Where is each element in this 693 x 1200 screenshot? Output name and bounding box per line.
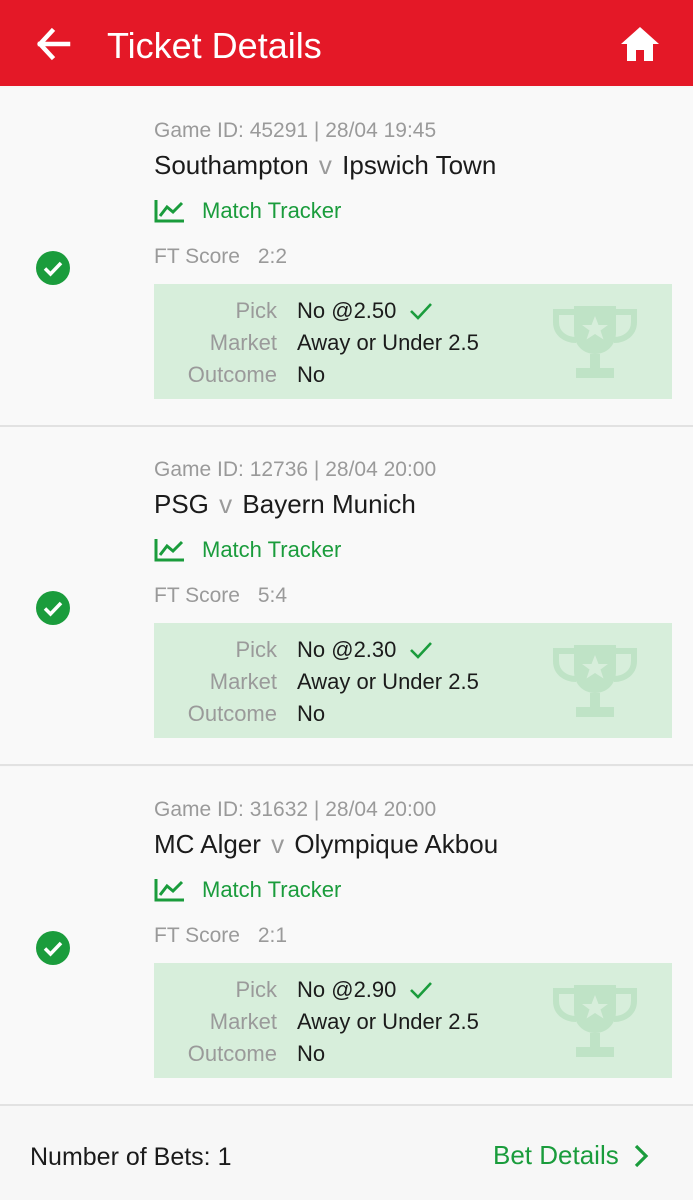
match-tracker-label: Match Tracker xyxy=(202,198,342,223)
check-circle-icon xyxy=(36,251,70,285)
number-of-bets: Number of Bets: 1 xyxy=(30,1143,232,1171)
outcome-value: No xyxy=(297,1041,326,1066)
market-label: Market xyxy=(209,669,277,694)
ft-score-value: 2:1 xyxy=(257,924,288,947)
pick-value-wrap: No @2.50 xyxy=(297,298,434,324)
market-value: Away or Under 2.5 xyxy=(297,330,479,355)
pick-summary: Pick No @2.50 Market Away or Under 2.5 O… xyxy=(154,284,672,399)
game-id-date: Game ID: 45291 | 28/04 19:45 xyxy=(154,119,437,142)
pick-label: Pick xyxy=(235,298,277,323)
outcome-row: Outcome No xyxy=(154,1041,325,1067)
market-value: Away or Under 2.5 xyxy=(297,1009,479,1034)
pick-value-wrap: No @2.30 xyxy=(297,637,434,663)
check-circle-icon xyxy=(36,931,70,965)
outcome-row: Outcome No xyxy=(154,362,325,388)
match-teams: MC Alger v Olympique Akbou xyxy=(154,829,498,860)
pick-label: Pick xyxy=(235,637,277,662)
ft-score-label: FT Score xyxy=(154,245,240,268)
pick-row: Pick No @2.90 xyxy=(154,977,434,1003)
ft-score-value: 5:4 xyxy=(257,584,288,607)
match-teams: Southampton v Ipswich Town xyxy=(154,150,496,181)
pick-value: No @2.30 xyxy=(297,637,397,662)
ft-score-label: FT Score xyxy=(154,584,240,607)
trophy-icon xyxy=(553,306,637,378)
market-value: Away or Under 2.5 xyxy=(297,669,479,694)
away-team: Ipswich Town xyxy=(342,150,497,180)
bet-card: Game ID: 45291 | 28/04 19:45 Southampton… xyxy=(0,88,693,427)
pick-row: Pick No @2.50 xyxy=(154,298,434,324)
match-tracker-link[interactable]: Match Tracker xyxy=(154,537,341,563)
pick-label: Pick xyxy=(235,977,277,1002)
ft-score: FT Score 2:1 xyxy=(154,924,287,948)
bet-details-link[interactable]: Bet Details xyxy=(493,1140,649,1171)
versus-label: v xyxy=(318,150,332,180)
page-title: Ticket Details xyxy=(107,25,322,66)
ft-score-value: 2:2 xyxy=(257,245,288,268)
outcome-row: Outcome No xyxy=(154,701,325,727)
match-teams: PSG v Bayern Munich xyxy=(154,489,416,520)
market-row: Market Away or Under 2.5 xyxy=(154,1009,479,1035)
match-tracker-label: Match Tracker xyxy=(202,537,342,562)
market-label: Market xyxy=(209,330,277,355)
line-chart-icon xyxy=(154,200,184,223)
checkmark-icon xyxy=(410,982,433,999)
checkmark-icon xyxy=(410,303,433,320)
market-row: Market Away or Under 2.5 xyxy=(154,330,479,356)
home-team: MC Alger xyxy=(154,829,261,859)
ticket-footer: Number of Bets: 1 Bet Details xyxy=(0,1108,693,1200)
pick-value-wrap: No @2.90 xyxy=(297,977,434,1003)
pick-summary: Pick No @2.30 Market Away or Under 2.5 O… xyxy=(154,623,672,738)
outcome-value: No xyxy=(297,701,326,726)
pick-value: No @2.50 xyxy=(297,298,397,323)
trophy-icon xyxy=(553,645,637,717)
market-label: Market xyxy=(209,1009,277,1034)
away-team: Bayern Munich xyxy=(242,489,416,519)
outcome-value: No xyxy=(297,362,326,387)
home-icon[interactable] xyxy=(618,22,662,66)
pick-summary: Pick No @2.90 Market Away or Under 2.5 O… xyxy=(154,963,672,1078)
game-id-date: Game ID: 31632 | 28/04 20:00 xyxy=(154,798,437,821)
bet-card: Game ID: 12736 | 28/04 20:00 PSG v Bayer… xyxy=(0,427,693,766)
ft-score-label: FT Score xyxy=(154,924,240,947)
match-tracker-label: Match Tracker xyxy=(202,877,342,902)
app-header: Ticket Details xyxy=(0,0,693,86)
pick-row: Pick No @2.30 xyxy=(154,637,434,663)
match-tracker-link[interactable]: Match Tracker xyxy=(154,877,341,903)
pick-value: No @2.90 xyxy=(297,977,397,1002)
ft-score: FT Score 2:2 xyxy=(154,245,287,269)
versus-label: v xyxy=(271,829,285,859)
checkmark-icon xyxy=(410,642,433,659)
match-tracker-link[interactable]: Match Tracker xyxy=(154,198,341,224)
chevron-right-icon xyxy=(634,1144,648,1167)
check-circle-icon xyxy=(36,591,70,625)
market-row: Market Away or Under 2.5 xyxy=(154,669,479,695)
outcome-label: Outcome xyxy=(187,362,277,387)
outcome-label: Outcome xyxy=(187,1041,277,1066)
ft-score: FT Score 5:4 xyxy=(154,584,287,608)
game-id-date: Game ID: 12736 | 28/04 20:00 xyxy=(154,458,437,481)
home-team: PSG xyxy=(154,489,209,519)
trophy-icon xyxy=(553,985,637,1057)
outcome-label: Outcome xyxy=(187,701,277,726)
home-team: Southampton xyxy=(154,150,309,180)
arrow-left-icon[interactable] xyxy=(32,22,76,66)
away-team: Olympique Akbou xyxy=(294,829,499,859)
line-chart-icon xyxy=(154,879,184,902)
versus-label: v xyxy=(219,489,233,519)
bet-card: Game ID: 31632 | 28/04 20:00 MC Alger v … xyxy=(0,767,693,1106)
bet-details-label: Bet Details xyxy=(493,1140,619,1170)
line-chart-icon xyxy=(154,539,184,562)
